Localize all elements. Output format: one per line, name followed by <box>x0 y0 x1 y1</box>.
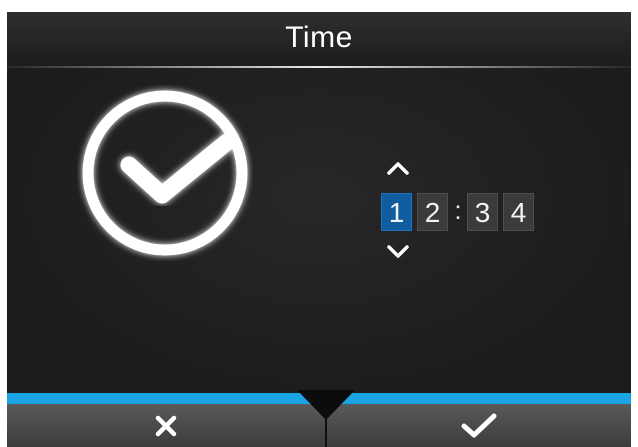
time-separator: : <box>454 195 462 225</box>
hour-ones-digit[interactable]: 2 <box>417 193 448 231</box>
minute-ones-digit[interactable]: 4 <box>503 193 534 231</box>
chevron-down-icon[interactable] <box>384 242 412 260</box>
hour-tens-digit[interactable]: 1 <box>381 193 412 231</box>
checkmark-icon <box>461 413 497 437</box>
clock-check-icon <box>82 90 248 256</box>
header-bar: Time <box>7 12 631 68</box>
chevron-up-icon[interactable] <box>384 159 412 177</box>
cancel-button[interactable] <box>7 404 325 447</box>
close-icon <box>155 415 177 436</box>
time-setting-screen: Time 1 2 : 3 4 <box>7 12 631 447</box>
footer-notch <box>297 390 355 420</box>
confirm-button[interactable] <box>327 404 631 447</box>
page-title: Time <box>285 21 353 54</box>
minute-tens-digit[interactable]: 3 <box>467 193 498 231</box>
